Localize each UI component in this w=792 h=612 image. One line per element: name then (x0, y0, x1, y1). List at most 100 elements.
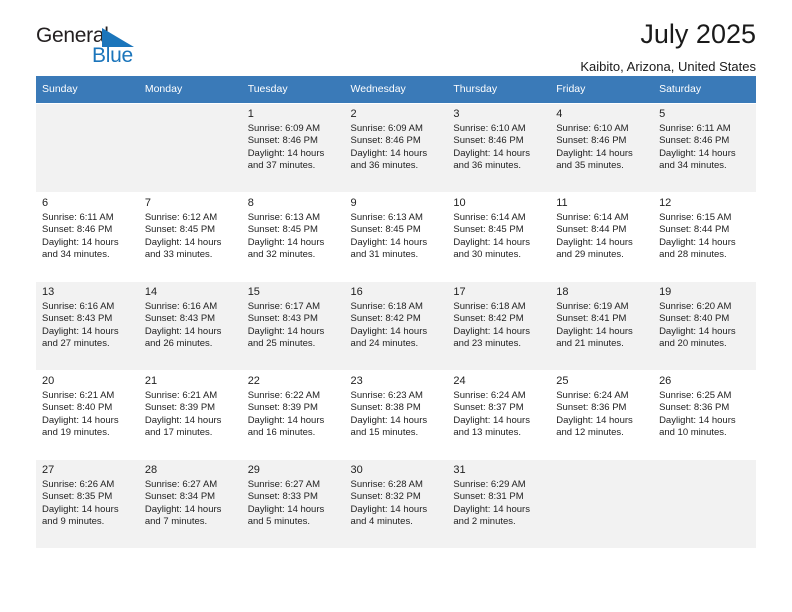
weekday-header-tuesday: Tuesday (241, 76, 345, 103)
day-details: Sunrise: 6:22 AM Sunset: 8:39 PM Dayligh… (247, 390, 325, 439)
day-number: 20 (42, 375, 55, 387)
day-details: Sunrise: 6:20 AM Sunset: 8:40 PM Dayligh… (659, 301, 736, 350)
logo-text-blue: Blue (92, 44, 133, 67)
day-number: 16 (350, 286, 363, 298)
calendar-cell[interactable]: 21 Sunrise: 6:21 AM Sunset: 8:39 PM Dayli… (138, 370, 242, 459)
calendar-cell[interactable]: 12 Sunrise: 6:15 AM Sunset: 8:44 PM Dayli… (653, 192, 756, 281)
calendar-cell[interactable] (138, 103, 242, 192)
day-number: 11 (556, 197, 568, 209)
weekday-header-saturday: Saturday (653, 76, 756, 103)
calendar-cell[interactable]: 23 Sunrise: 6:23 AM Sunset: 8:38 PM Dayli… (344, 370, 448, 459)
day-details: Sunrise: 6:19 AM Sunset: 8:41 PM Dayligh… (556, 301, 633, 350)
calendar-cell[interactable]: 14 Sunrise: 6:16 AM Sunset: 8:43 PM Dayli… (138, 281, 242, 370)
day-details: Sunrise: 6:16 AM Sunset: 8:43 PM Dayligh… (42, 301, 119, 350)
calendar-cell[interactable]: 16 Sunrise: 6:18 AM Sunset: 8:42 PM Dayli… (344, 281, 448, 370)
day-details: Sunrise: 6:11 AM Sunset: 8:46 PM Dayligh… (42, 212, 119, 261)
calendar-body: 1 Sunrise: 6:09 AM Sunset: 8:46 PM Daylig… (36, 103, 756, 548)
calendar-cell[interactable] (36, 103, 139, 192)
day-number: 6 (42, 197, 49, 209)
day-details: Sunrise: 6:12 AM Sunset: 8:45 PM Dayligh… (144, 212, 222, 261)
sunrise-sunset-calendar: Sunday Monday Tuesday Wednesday Thursday… (36, 76, 756, 548)
day-details: Sunrise: 6:10 AM Sunset: 8:46 PM Dayligh… (453, 123, 530, 172)
calendar-page: General Blue July 2025 Kaibito, Arizona,… (0, 0, 792, 612)
calendar-cell[interactable]: 20 Sunrise: 6:21 AM Sunset: 8:40 PM Dayli… (36, 370, 139, 459)
day-details: Sunrise: 6:15 AM Sunset: 8:44 PM Dayligh… (659, 212, 736, 261)
calendar-cell[interactable]: 18 Sunrise: 6:19 AM Sunset: 8:41 PM Dayli… (550, 281, 654, 370)
calendar-cell[interactable]: 8 Sunrise: 6:13 AM Sunset: 8:45 PM Daylig… (241, 192, 345, 281)
day-details: Sunrise: 6:14 AM Sunset: 8:45 PM Dayligh… (453, 212, 530, 261)
calendar-cell[interactable]: 19 Sunrise: 6:20 AM Sunset: 8:40 PM Dayli… (653, 281, 756, 370)
calendar-cell[interactable] (550, 459, 654, 548)
general-blue-logo[interactable]: General Blue (36, 24, 146, 70)
calendar-cell[interactable]: 7 Sunrise: 6:12 AM Sunset: 8:45 PM Daylig… (138, 192, 242, 281)
day-number: 9 (350, 197, 357, 209)
calendar-cell[interactable]: 22 Sunrise: 6:22 AM Sunset: 8:39 PM Dayli… (241, 370, 345, 459)
weekday-header-wednesday: Wednesday (344, 76, 448, 103)
day-details: Sunrise: 6:27 AM Sunset: 8:33 PM Dayligh… (247, 479, 325, 528)
weekday-header-sunday: Sunday (36, 76, 139, 103)
calendar-cell[interactable]: 30 Sunrise: 6:28 AM Sunset: 8:32 PM Dayli… (344, 459, 448, 548)
calendar-week-row: 6 Sunrise: 6:11 AM Sunset: 8:46 PM Daylig… (36, 192, 756, 281)
calendar-cell[interactable]: 29 Sunrise: 6:27 AM Sunset: 8:33 PM Dayli… (241, 459, 345, 548)
calendar-cell[interactable]: 9 Sunrise: 6:13 AM Sunset: 8:45 PM Daylig… (344, 192, 448, 281)
day-details: Sunrise: 6:10 AM Sunset: 8:46 PM Dayligh… (556, 123, 633, 172)
calendar-cell[interactable]: 3 Sunrise: 6:10 AM Sunset: 8:46 PM Daylig… (447, 103, 551, 192)
calendar-cell[interactable]: 24 Sunrise: 6:24 AM Sunset: 8:37 PM Dayli… (447, 370, 551, 459)
day-details: Sunrise: 6:26 AM Sunset: 8:35 PM Dayligh… (42, 479, 119, 528)
day-number: 30 (350, 464, 363, 476)
day-number: 1 (247, 108, 254, 120)
calendar-cell[interactable]: 15 Sunrise: 6:17 AM Sunset: 8:43 PM Dayli… (241, 281, 345, 370)
day-details: Sunrise: 6:27 AM Sunset: 8:34 PM Dayligh… (144, 479, 222, 528)
day-details: Sunrise: 6:14 AM Sunset: 8:44 PM Dayligh… (556, 212, 633, 261)
calendar-cell[interactable]: 26 Sunrise: 6:25 AM Sunset: 8:36 PM Dayli… (653, 370, 756, 459)
calendar-cell[interactable]: 11 Sunrise: 6:14 AM Sunset: 8:44 PM Dayli… (550, 192, 654, 281)
calendar-cell[interactable]: 17 Sunrise: 6:18 AM Sunset: 8:42 PM Dayli… (447, 281, 551, 370)
calendar-cell[interactable]: 6 Sunrise: 6:11 AM Sunset: 8:46 PM Daylig… (36, 192, 139, 281)
calendar-cell[interactable]: 25 Sunrise: 6:24 AM Sunset: 8:36 PM Dayli… (550, 370, 654, 459)
day-details: Sunrise: 6:21 AM Sunset: 8:40 PM Dayligh… (42, 390, 119, 439)
day-details: Sunrise: 6:17 AM Sunset: 8:43 PM Dayligh… (247, 301, 325, 350)
day-number: 2 (350, 108, 357, 120)
calendar-cell[interactable] (653, 459, 756, 548)
calendar-header-row: Sunday Monday Tuesday Wednesday Thursday… (36, 76, 756, 103)
day-number: 3 (453, 108, 460, 120)
day-number: 7 (144, 197, 151, 209)
calendar-cell[interactable]: 10 Sunrise: 6:14 AM Sunset: 8:45 PM Dayli… (447, 192, 551, 281)
title-block: July 2025 Kaibito, Arizona, United State… (580, 18, 756, 76)
calendar-cell[interactable]: 13 Sunrise: 6:16 AM Sunset: 8:43 PM Dayli… (36, 281, 139, 370)
day-details: Sunrise: 6:18 AM Sunset: 8:42 PM Dayligh… (453, 301, 530, 350)
calendar-cell[interactable]: 27 Sunrise: 6:26 AM Sunset: 8:35 PM Dayli… (36, 459, 139, 548)
day-number: 28 (144, 464, 158, 476)
day-details: Sunrise: 6:09 AM Sunset: 8:46 PM Dayligh… (247, 123, 325, 172)
day-number: 18 (556, 286, 569, 298)
day-number: 25 (556, 375, 569, 387)
weekday-header-friday: Friday (550, 76, 654, 103)
day-number: 13 (42, 286, 55, 298)
day-number: 8 (247, 197, 254, 209)
day-details: Sunrise: 6:24 AM Sunset: 8:36 PM Dayligh… (556, 390, 633, 439)
calendar-cell[interactable]: 5 Sunrise: 6:11 AM Sunset: 8:46 PM Daylig… (653, 103, 756, 192)
day-details: Sunrise: 6:13 AM Sunset: 8:45 PM Dayligh… (247, 212, 325, 261)
day-details: Sunrise: 6:23 AM Sunset: 8:38 PM Dayligh… (350, 390, 428, 439)
calendar-cell[interactable]: 28 Sunrise: 6:27 AM Sunset: 8:34 PM Dayli… (138, 459, 242, 548)
day-number: 17 (453, 286, 466, 298)
calendar-week-row: 27 Sunrise: 6:26 AM Sunset: 8:35 PM Dayli… (36, 459, 756, 548)
day-details: Sunrise: 6:29 AM Sunset: 8:31 PM Dayligh… (453, 479, 530, 528)
day-details: Sunrise: 6:28 AM Sunset: 8:32 PM Dayligh… (350, 479, 428, 528)
day-details: Sunrise: 6:21 AM Sunset: 8:39 PM Dayligh… (144, 390, 222, 439)
day-number: 10 (453, 197, 466, 209)
calendar-cell[interactable]: 1 Sunrise: 6:09 AM Sunset: 8:46 PM Daylig… (241, 103, 345, 192)
day-number: 29 (247, 464, 260, 476)
day-details: Sunrise: 6:09 AM Sunset: 8:46 PM Dayligh… (350, 123, 428, 172)
calendar-cell[interactable]: 4 Sunrise: 6:10 AM Sunset: 8:46 PM Daylig… (550, 103, 654, 192)
page-subtitle: Kaibito, Arizona, United States (580, 59, 756, 74)
day-details: Sunrise: 6:13 AM Sunset: 8:45 PM Dayligh… (350, 212, 428, 261)
calendar-cell[interactable]: 2 Sunrise: 6:09 AM Sunset: 8:46 PM Daylig… (344, 103, 448, 192)
day-number: 27 (42, 464, 55, 476)
weekday-header-monday: Monday (138, 76, 242, 103)
day-number: 14 (144, 286, 158, 298)
day-details: Sunrise: 6:24 AM Sunset: 8:37 PM Dayligh… (453, 390, 530, 439)
day-number: 19 (659, 286, 672, 298)
day-details: Sunrise: 6:11 AM Sunset: 8:46 PM Dayligh… (659, 123, 736, 172)
calendar-cell[interactable]: 31 Sunrise: 6:29 AM Sunset: 8:31 PM Dayli… (447, 459, 551, 548)
